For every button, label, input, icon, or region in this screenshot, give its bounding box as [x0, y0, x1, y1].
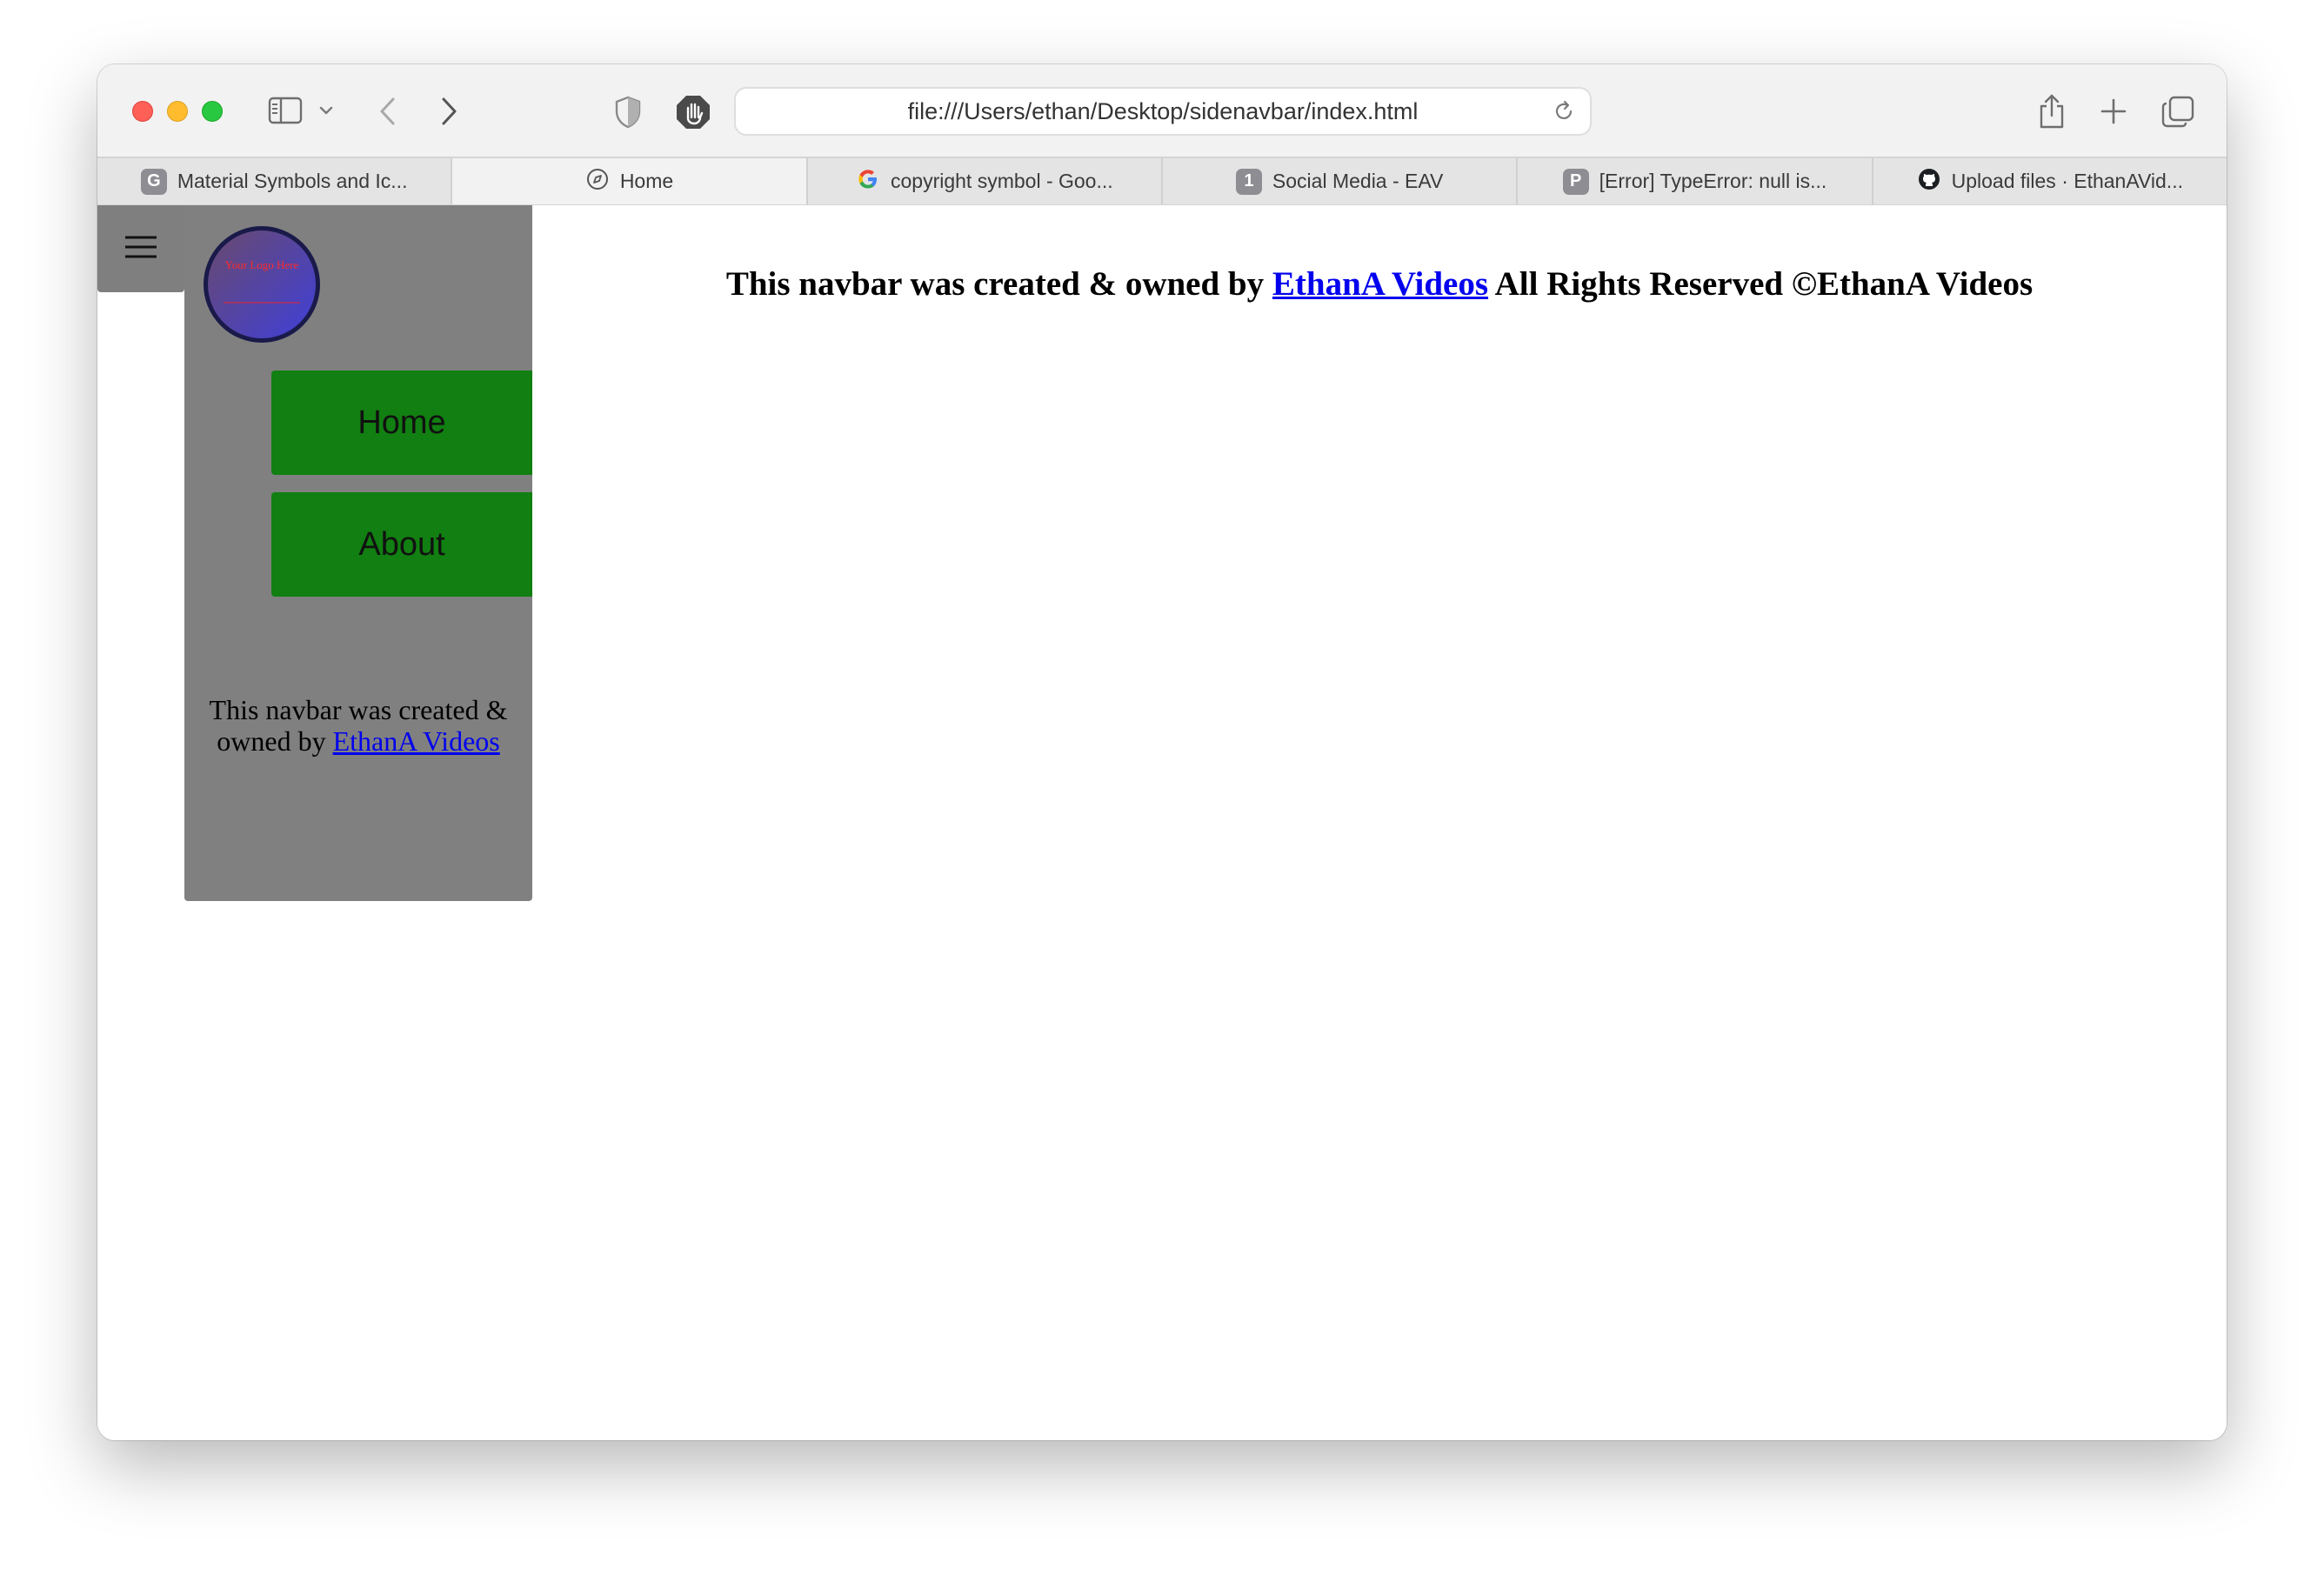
footer-ethana-videos-link[interactable]: EthanA Videos	[333, 725, 500, 757]
heading-ethana-videos-link[interactable]: EthanA Videos	[1272, 265, 1488, 303]
minimize-window-button[interactable]	[167, 101, 188, 122]
extension-hand-icon[interactable]	[675, 94, 711, 130]
tab-error-typeerror[interactable]: P [Error] TypeError: null is...	[1518, 158, 1873, 204]
tab-label: copyright symbol - Goo...	[890, 170, 1113, 192]
tab-label: [Error] TypeError: null is...	[1599, 170, 1827, 192]
navbar-footer-text: This navbar was created & owned by Ethan…	[184, 694, 532, 757]
tab-home[interactable]: Home	[452, 158, 808, 204]
browser-window: file:///Users/ethan/Desktop/sidenavbar/i…	[97, 64, 2227, 1440]
nav-about-button[interactable]: About	[271, 492, 532, 597]
logo-divider	[224, 302, 300, 304]
privacy-shield-icon[interactable]	[614, 96, 642, 129]
hamburger-menu-icon	[124, 233, 158, 265]
heading-prefix: This navbar was created & owned by	[725, 265, 1272, 303]
g-favicon-icon: G	[140, 168, 167, 195]
google-icon	[856, 167, 880, 197]
tab-label: Home	[619, 170, 674, 192]
tab-label: Material Symbols and Ic...	[177, 170, 408, 192]
new-tab-icon[interactable]	[2100, 97, 2127, 125]
back-icon[interactable]	[377, 96, 398, 127]
page-heading: This navbar was created & owned by Ethan…	[532, 264, 2227, 304]
tab-label: Upload files · EthanAVid...	[1951, 170, 2183, 192]
title-bar: file:///Users/ethan/Desktop/sidenavbar/i…	[97, 64, 2227, 157]
address-url[interactable]: file:///Users/ethan/Desktop/sidenavbar/i…	[736, 89, 1590, 134]
number-one-favicon-icon: 1	[1235, 168, 1262, 195]
forward-icon[interactable]	[438, 96, 459, 127]
nav-home-button[interactable]: Home	[271, 371, 532, 475]
github-icon	[1917, 167, 1941, 197]
tab-overview-icon[interactable]	[2160, 94, 2195, 129]
tab-label: Social Media - EAV	[1272, 170, 1444, 192]
sidebar-toggle-icon[interactable]	[268, 96, 303, 125]
logo-text: Your Logo Here	[224, 258, 299, 271]
heading-suffix: All Rights Reserved ©EthanA Videos	[1488, 265, 2033, 303]
logo[interactable]: Your Logo Here	[204, 226, 320, 343]
zoom-window-button[interactable]	[202, 101, 223, 122]
tab-upload-files[interactable]: Upload files · EthanAVid...	[1873, 158, 2227, 204]
page-content: Your Logo Here Home About This navbar wa…	[97, 205, 2227, 1440]
close-window-button[interactable]	[132, 101, 153, 122]
hamburger-menu-button[interactable]	[97, 205, 184, 292]
tab-material-symbols[interactable]: G Material Symbols and Ic...	[97, 158, 453, 204]
p-favicon-icon: P	[1562, 168, 1589, 195]
compass-icon	[585, 167, 610, 197]
tab-social-media[interactable]: 1 Social Media - EAV	[1163, 158, 1519, 204]
reload-icon[interactable]	[1552, 99, 1576, 128]
share-icon[interactable]	[2037, 92, 2067, 130]
address-bar[interactable]: file:///Users/ethan/Desktop/sidenavbar/i…	[734, 87, 1592, 136]
side-navbar: Your Logo Here Home About This navbar wa…	[184, 205, 532, 901]
tab-google-search[interactable]: copyright symbol - Goo...	[808, 158, 1163, 204]
chevron-down-icon[interactable]	[318, 103, 334, 118]
tab-bar: G Material Symbols and Ic... Home copyri…	[97, 157, 2227, 205]
